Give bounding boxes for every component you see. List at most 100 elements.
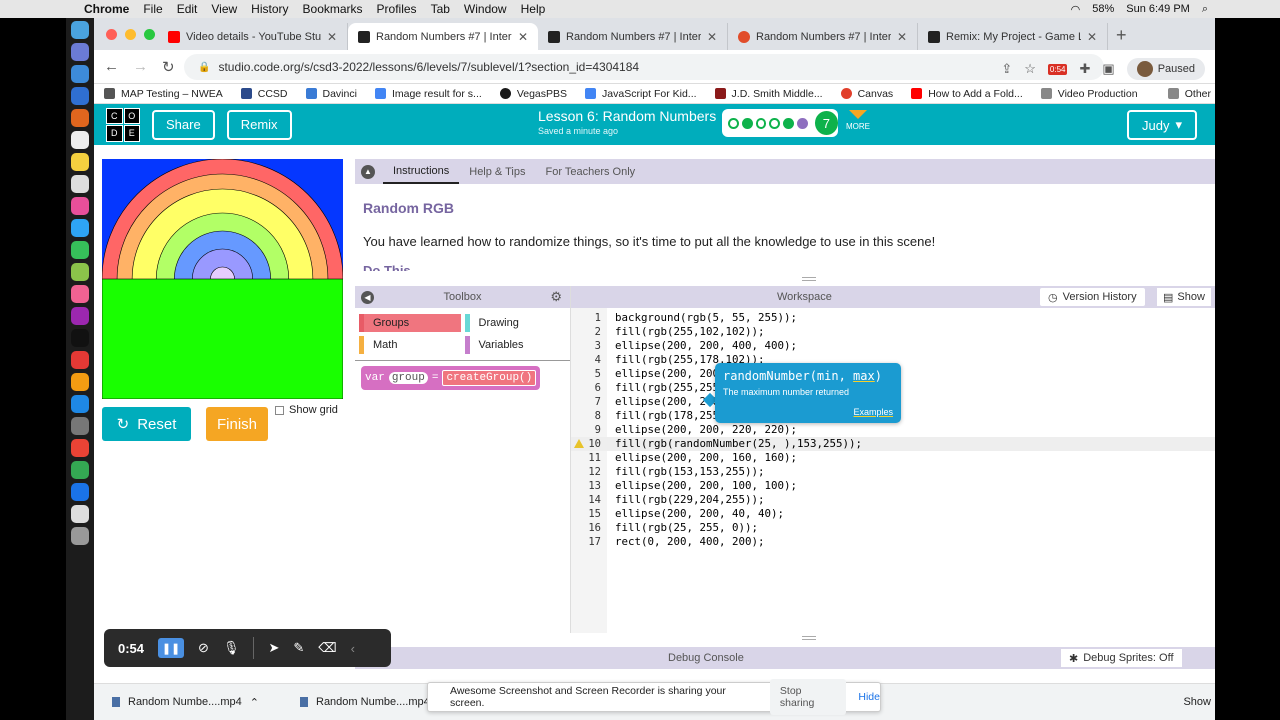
remix-button[interactable]: Remix [226,109,292,140]
books-icon[interactable] [71,373,89,391]
menu-file[interactable]: File [143,2,162,16]
menu-edit[interactable]: Edit [177,2,198,16]
app-blue-icon[interactable] [71,483,89,501]
bookmark-video-production[interactable]: Video Production [1040,88,1138,100]
create-group-block[interactable]: var group = createGroup() [361,366,541,390]
launchpad-icon[interactable] [71,43,89,61]
menu-tab[interactable]: Tab [431,2,450,16]
menu-view[interactable]: View [211,2,237,16]
code-line[interactable]: 16 fill(rgb(25, 255, 0)); [571,521,1215,535]
bookmark-add-folder[interactable]: How to Add a Fold... [911,88,1023,100]
profile-button[interactable]: Paused [1126,58,1205,80]
show-text-button[interactable]: ▤ Show [1157,288,1211,306]
chevron-up-icon[interactable]: ⌃ [250,696,259,709]
gear-icon[interactable]: ⚙ [550,289,562,305]
close-tab-icon[interactable]: ✕ [707,30,717,44]
close-tab-icon[interactable]: ✕ [518,30,528,44]
battery-percent[interactable]: 58% [1092,3,1114,15]
menu-history[interactable]: History [251,2,288,16]
category-drawing[interactable]: Drawing [464,314,567,332]
maps-icon[interactable] [71,263,89,281]
collapse-icon[interactable]: ▲ [361,164,375,179]
category-groups[interactable]: Groups [359,314,461,332]
tab-random-numbers-2[interactable]: Random Numbers #7 | Interacti ✕ [538,23,728,50]
app-store-icon[interactable] [71,87,89,105]
notes-icon[interactable] [71,153,89,171]
reset-button[interactable]: ↻ Reset [102,407,191,441]
level-bubble[interactable] [755,117,767,129]
close-tab-icon[interactable]: ✕ [327,30,337,44]
minimize-window-button[interactable] [125,29,136,40]
tv-icon[interactable] [71,329,89,347]
bookmark-canvas[interactable]: Canvas [840,88,893,100]
messages-icon[interactable] [71,219,89,237]
code-line[interactable]: 14 fill(rgb(229,204,255)); [571,493,1215,507]
resize-handle[interactable] [802,636,816,640]
camera-off-icon[interactable]: ⊘ [198,640,209,656]
extensions-icon[interactable]: ✚ [1079,61,1090,77]
firefox-icon[interactable] [71,109,89,127]
warning-icon[interactable] [574,439,584,448]
debug-console-bar[interactable]: Debug Console ✱ Debug Sprites: Off [355,647,1215,669]
more-button[interactable]: MORE [846,110,870,131]
tab-youtube-studio[interactable]: Video details - YouTube Studio ✕ [158,23,348,50]
code-line-active[interactable]: 10 fill(rgb(randomNumber(25, ),153,255)); [571,437,1215,451]
chrome-icon[interactable] [71,439,89,457]
tab-help-tips[interactable]: Help & Tips [459,159,535,184]
folder-icon[interactable] [71,505,89,523]
pen-icon[interactable]: ✎ [293,640,304,656]
appstore2-icon[interactable] [71,395,89,413]
share-button[interactable]: Share [152,109,215,140]
level-bubble[interactable] [783,117,794,129]
download-item[interactable]: Random Numbe....mp4 ⌃ [112,696,282,709]
stop-sharing-button[interactable]: Stop sharing [769,679,847,715]
sidepanel-icon[interactable]: ▣ [1102,61,1114,77]
bookmark-davinci[interactable]: Davinci [305,88,357,100]
code-line[interactable]: 13 ellipse(200, 200, 100, 100); [571,479,1215,493]
wifi-icon[interactable]: ◠ [1071,3,1081,16]
safari-icon[interactable] [71,65,89,83]
microphone-icon[interactable]: 🎙 [223,640,240,656]
finder-icon[interactable] [71,21,89,39]
zoom-window-button[interactable] [144,29,155,40]
new-tab-button[interactable]: + [1116,25,1127,46]
tab-instructions[interactable]: Instructions [383,159,460,184]
back-icon[interactable]: ← [104,58,119,75]
collapse-left-icon[interactable]: ◀ [361,290,374,304]
search-icon[interactable]: ⌕ [1202,3,1208,16]
user-menu[interactable]: Judy ▾ [1127,110,1197,140]
bookmark-vegaspbs[interactable]: VegasPBS [499,88,567,100]
facetime-icon[interactable] [71,241,89,259]
level-bubble[interactable] [796,117,808,129]
code-line[interactable]: 12 fill(rgb(153,153,255)); [571,465,1215,479]
debug-sprites-button[interactable]: ✱ Debug Sprites: Off [1061,649,1182,667]
calendar-icon[interactable] [71,131,89,149]
close-window-button[interactable] [106,29,117,40]
bookmark-star-icon[interactable]: ☆ [1024,61,1036,77]
url-field[interactable]: 🔒 studio.code.org/s/csd3-2022/lessons/6/l… [184,54,1104,80]
tab-remix-project[interactable]: Remix: My Project - Game Lab ✕ [918,23,1108,50]
bookmark-ccsd[interactable]: CCSD [240,88,288,100]
bookmark-javascript[interactable]: JavaScript For Kid... [585,88,697,100]
share-page-icon[interactable]: ⇪ [1001,61,1012,77]
show-grid-toggle[interactable]: Show grid [275,404,338,416]
level-bubble[interactable] [741,117,753,129]
code-line[interactable]: 1 background(rgb(5, 55, 255)); [571,311,1215,325]
category-variables[interactable]: Variables [464,336,567,354]
menu-window[interactable]: Window [464,2,507,16]
settings-icon[interactable] [71,417,89,435]
close-tab-icon[interactable]: ✕ [1087,30,1097,44]
version-history-button[interactable]: ◷ Version History [1040,288,1145,306]
code-line[interactable]: 17 rect(0, 200, 400, 200); [571,535,1215,549]
finish-button[interactable]: Finish [206,407,268,441]
forward-icon[interactable]: → [133,58,148,75]
resize-handle[interactable] [802,277,816,281]
level-bubble[interactable] [769,117,781,129]
code-line[interactable]: 3 ellipse(200, 200, 400, 400); [571,339,1215,353]
current-level-badge[interactable]: 7 [814,111,838,135]
clock[interactable]: Sun 6:49 PM [1126,3,1190,15]
trash-icon[interactable] [71,527,89,545]
show-all-downloads[interactable]: Show [1183,696,1211,708]
collapse-toolbar-icon[interactable]: ‹ [351,641,355,656]
bookmark-other[interactable]: Other [1167,88,1211,100]
